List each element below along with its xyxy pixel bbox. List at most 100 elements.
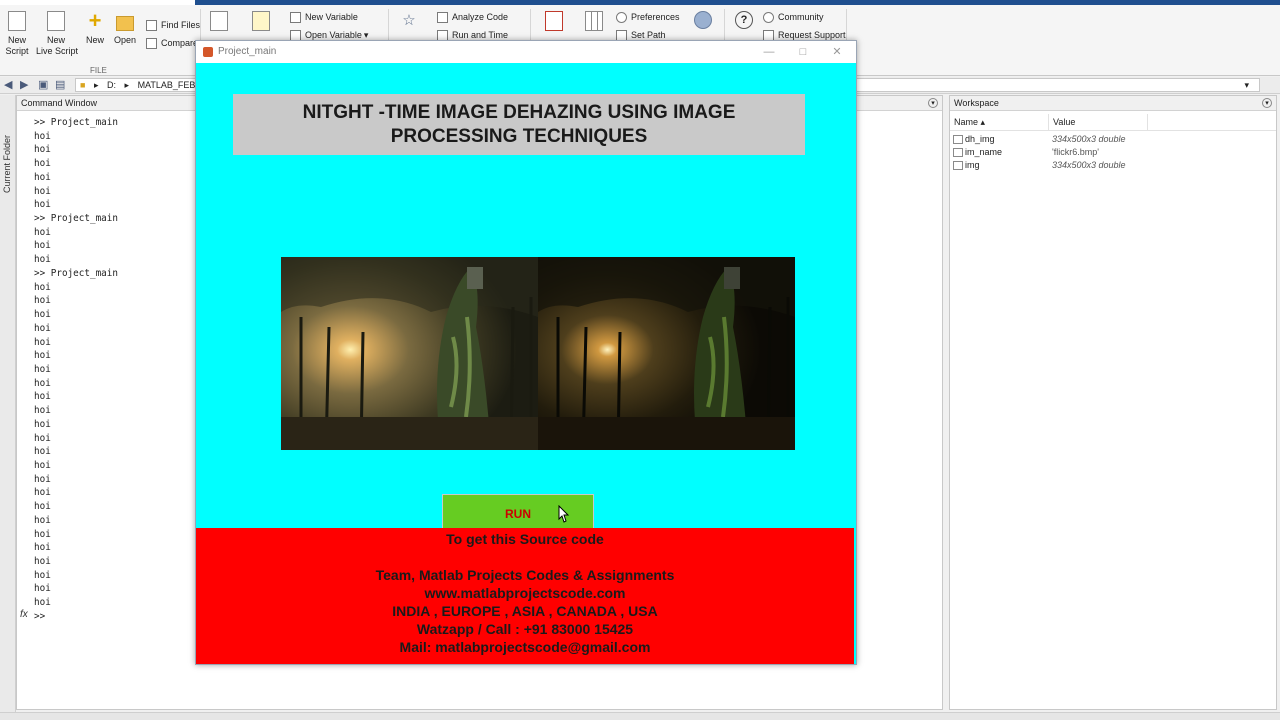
- promo-line: Watzapp / Call : +91 83000 15425: [416, 621, 634, 637]
- command-line: hoi: [34, 418, 51, 430]
- command-line: hoi: [34, 556, 51, 567]
- analyze-code-button[interactable]: Analyze Code: [437, 12, 508, 23]
- run-button[interactable]: RUN: [442, 494, 594, 528]
- analyze-code-label: Analyze Code: [452, 12, 509, 22]
- close-icon[interactable]: ✕: [820, 41, 854, 63]
- preferences-button[interactable]: Preferences: [616, 12, 680, 23]
- command-line: hoi: [34, 459, 51, 471]
- back-arrow-icon[interactable]: ◀: [4, 79, 12, 92]
- command-line: hoi: [34, 446, 51, 458]
- figure-window[interactable]: Project_main — □ ✕ NITGHT -TIME IMAGE DE…: [195, 40, 857, 665]
- command-line: >> Project_main: [34, 267, 118, 279]
- workspace-row[interactable]: im_name 'flickr6.bmp': [950, 146, 1276, 159]
- community-icon: [763, 12, 774, 23]
- community-button[interactable]: Community: [763, 12, 824, 23]
- command-line: >> Project_main: [34, 117, 118, 128]
- command-line: hoi: [34, 473, 51, 485]
- add-ons-icon: [694, 11, 712, 29]
- command-line: hoi: [34, 240, 51, 252]
- workspace-header: Workspace ▾: [950, 96, 1276, 111]
- new-variable-button[interactable]: New Variable: [290, 12, 358, 23]
- minimize-icon[interactable]: —: [752, 41, 786, 63]
- variable-name: img: [965, 160, 980, 170]
- open-label: Open: [113, 35, 137, 45]
- maximize-icon[interactable]: □: [786, 41, 820, 63]
- workspace-rows: dh_img 334x500x3 double im_name 'flickr6…: [950, 133, 1276, 172]
- command-line: hoi: [34, 542, 51, 554]
- workspace-title: Workspace: [954, 98, 999, 108]
- panel-menu-icon[interactable]: ▾: [1262, 98, 1272, 108]
- mouse-cursor-icon: [558, 505, 570, 523]
- command-line: hoi: [34, 336, 51, 348]
- new-script-label: New Script: [5, 35, 29, 56]
- compare-icon: [146, 38, 157, 49]
- current-folder-tab-label: Current Folder: [2, 134, 12, 193]
- matlab-figure-icon: [203, 47, 213, 57]
- command-line: hoi: [34, 171, 51, 183]
- variable-name: dh_img: [965, 134, 995, 144]
- current-folder-collapsed-tab[interactable]: Current Folder: [0, 95, 16, 712]
- command-line: hoi: [34, 158, 51, 170]
- compare-button[interactable]: Compare: [146, 38, 198, 49]
- path-dropdown-icon[interactable]: ▾: [1244, 79, 1249, 91]
- variable-name: im_name: [965, 147, 1003, 157]
- command-line: hoi: [34, 597, 51, 609]
- variable-value: 334x500x3 double: [1052, 160, 1126, 170]
- new-button[interactable]: + New: [84, 10, 106, 46]
- favorites-button[interactable]: ☆: [398, 11, 420, 35]
- new-script-button[interactable]: New Script: [5, 11, 29, 57]
- preferences-label: Preferences: [631, 12, 680, 22]
- command-line: hoi: [34, 583, 51, 595]
- command-line: hoi: [34, 432, 51, 444]
- path-drive[interactable]: D:: [107, 80, 116, 90]
- analyze-code-icon: [437, 12, 448, 23]
- status-bar: [0, 712, 1280, 720]
- command-line: hoi: [34, 501, 51, 513]
- path-separator-icon: ▸: [93, 80, 99, 90]
- layout-button[interactable]: [583, 11, 605, 35]
- promo-line: INDIA , EUROPE , ASIA , CANADA , USA: [392, 603, 658, 619]
- simulink-button[interactable]: [543, 11, 565, 35]
- fx-icon[interactable]: fx: [20, 609, 28, 620]
- workspace-row[interactable]: dh_img 334x500x3 double: [950, 133, 1276, 146]
- save-workspace-icon: [252, 11, 270, 31]
- gear-icon: [616, 12, 627, 23]
- panel-menu-icon[interactable]: ▾: [928, 98, 938, 108]
- find-files-button[interactable]: Find Files: [146, 20, 200, 31]
- new-live-script-button[interactable]: New Live Script: [36, 11, 78, 57]
- command-output: >> Project_main hoi hoi hoi hoi hoi hoi >> Proj…: [34, 116, 118, 624]
- command-line: hoi: [34, 185, 51, 197]
- help-button[interactable]: ?: [733, 11, 755, 33]
- browse-folder-icon[interactable]: ▤: [55, 79, 65, 92]
- new-variable-icon: [290, 12, 301, 23]
- workspace-row[interactable]: img 334x500x3 double: [950, 159, 1276, 172]
- save-workspace-button[interactable]: [250, 11, 272, 35]
- import-data-icon: [210, 11, 228, 31]
- import-data-button[interactable]: [208, 11, 230, 35]
- column-header-name[interactable]: Name ▴: [950, 114, 1049, 131]
- command-line: hoi: [34, 322, 51, 334]
- open-button[interactable]: Open: [113, 11, 137, 46]
- promo-line: Team, Matlab Projects Codes & Assignment…: [375, 567, 675, 583]
- layout-grid-icon: [585, 11, 603, 31]
- compare-label: Compare: [161, 38, 199, 48]
- column-header-value[interactable]: Value: [1049, 114, 1148, 131]
- matrix-variable-icon: [953, 161, 963, 170]
- up-folder-icon[interactable]: ▣: [38, 79, 48, 92]
- command-line: hoi: [34, 377, 51, 389]
- simulink-icon: [545, 11, 563, 31]
- command-line: hoi: [34, 281, 51, 293]
- find-files-icon: [146, 20, 157, 31]
- new-variable-label: New Variable: [305, 12, 358, 22]
- add-ons-button[interactable]: [692, 11, 714, 33]
- workspace-column-headers: Name ▴ Value: [950, 114, 1276, 131]
- file-section-label: FILE: [90, 66, 107, 75]
- path-separator-icon: ▸: [124, 80, 130, 90]
- workspace-panel[interactable]: Workspace ▾ Name ▴ Value dh_img 334x500x…: [949, 95, 1277, 710]
- command-line: >>: [34, 610, 46, 622]
- command-line: hoi: [34, 226, 51, 238]
- command-line: >> Project_main: [34, 213, 118, 225]
- figure-title-bar[interactable]: Project_main — □ ✕: [196, 41, 856, 63]
- command-line: hoi: [34, 528, 51, 540]
- forward-arrow-icon[interactable]: ▶: [20, 79, 28, 92]
